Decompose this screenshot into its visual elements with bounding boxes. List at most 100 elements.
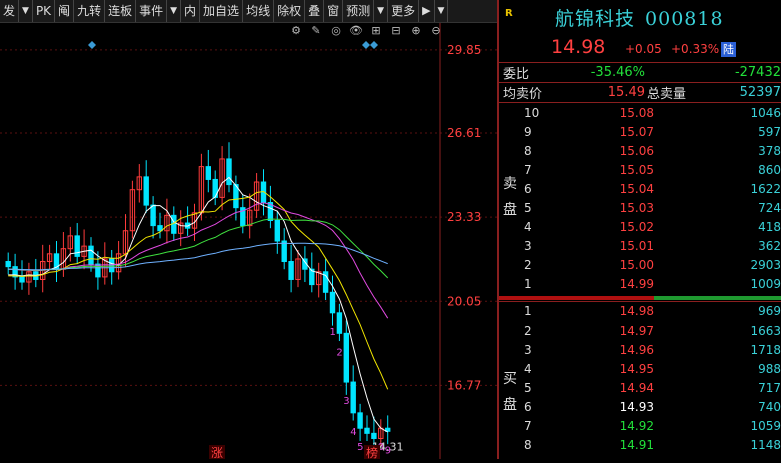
- candle-body: [371, 432, 377, 439]
- level-number: 7: [524, 419, 532, 434]
- chevron-down-icon[interactable]: ▼: [374, 0, 389, 22]
- buy-level-row[interactable]: 8 14.91 1148: [499, 436, 781, 455]
- toolbar-item-2[interactable]: 阄: [55, 0, 75, 22]
- level-price: 15.08: [619, 105, 654, 120]
- kline-chart[interactable]: 29.8526.6123.3320.0516.7712345678914.31涨…: [0, 23, 497, 463]
- buy-level-row[interactable]: 4 14.95 988: [499, 359, 781, 378]
- sell-level-row[interactable]: 5 15.03 724: [499, 198, 781, 217]
- sell-level-row[interactable]: 3 15.01 362: [499, 237, 781, 256]
- sell-book: 卖 盘 10 15.08 1046 9 15.07 597 8 15.06 378 7 15.05 8…: [499, 103, 781, 294]
- level-volume: 378: [758, 143, 781, 158]
- sell-level-row[interactable]: 8 15.06 378: [499, 141, 781, 160]
- candle-body: [95, 263, 101, 278]
- level-volume: 2903: [750, 258, 781, 273]
- chevron-down-icon[interactable]: ▼: [167, 0, 182, 22]
- level-price: 15.06: [619, 143, 654, 158]
- level-price: 15.02: [619, 220, 654, 235]
- level-price: 14.91: [619, 438, 654, 453]
- sell-level-row[interactable]: 9 15.07 597: [499, 122, 781, 141]
- toolbar-item-0[interactable]: 发: [0, 0, 20, 22]
- toolbar-item-11[interactable]: 窗: [324, 0, 344, 22]
- moving-average-line: [8, 190, 389, 390]
- nine-turn-marker: 3: [343, 396, 349, 407]
- total-vol: 52397: [739, 85, 781, 100]
- level-price: 15.07: [619, 124, 654, 139]
- nine-turn-marker: 5: [357, 442, 363, 453]
- level-price: 14.95: [619, 361, 654, 376]
- buy-level-row[interactable]: 3 14.96 1718: [499, 340, 781, 359]
- chevron-down-icon[interactable]: ▼: [435, 0, 449, 22]
- toolbar-item-1[interactable]: PK: [33, 0, 56, 22]
- sell-level-row[interactable]: 6 15.04 1622: [499, 179, 781, 198]
- chevron-down-icon[interactable]: ▼: [19, 0, 33, 22]
- candle-body: [226, 158, 232, 186]
- buy-book: 买 盘 1 14.98 969 2 14.97 1663 3 14.96 1718 4 14.95 9…: [499, 302, 781, 455]
- toolbar-item-12[interactable]: 预测: [343, 0, 375, 22]
- toolbar-item-13[interactable]: 更多: [388, 0, 420, 22]
- event-marker-icon: [88, 41, 96, 49]
- total-label: 总卖量: [647, 87, 687, 102]
- stock-name[interactable]: 航锦科技 000818: [555, 4, 724, 31]
- level-price: 15.03: [619, 201, 654, 216]
- sell-level-row[interactable]: 2 15.00 2903: [499, 256, 781, 275]
- candle-body: [336, 312, 343, 334]
- candle-body: [88, 245, 94, 265]
- toolbar-item-5[interactable]: 事件: [136, 0, 168, 22]
- level-volume: 1622: [750, 181, 781, 196]
- r-mark: R: [505, 8, 513, 19]
- toolbar-item-6[interactable]: 内: [181, 0, 201, 22]
- level-volume: 717: [758, 380, 781, 395]
- toolbar-item-10[interactable]: 叠: [305, 0, 325, 22]
- ratio-pct: -35.46%: [590, 65, 645, 80]
- candle-body: [288, 261, 294, 280]
- expand-icon[interactable]: ▶: [419, 0, 435, 22]
- level-volume: 1046: [750, 105, 781, 120]
- sell-label-1: 卖: [503, 176, 517, 192]
- sell-level-row[interactable]: 4 15.02 418: [499, 218, 781, 237]
- nine-turn-marker: 1: [330, 327, 336, 338]
- toolbar-item-8[interactable]: 均线: [243, 0, 275, 22]
- level-number: 2: [524, 258, 532, 273]
- candle-body: [19, 276, 25, 283]
- level-price: 15.04: [619, 181, 654, 196]
- level-volume: 740: [758, 399, 781, 414]
- nine-turn-marker: 4: [350, 427, 356, 438]
- sell-level-row[interactable]: 1 14.99 1009: [499, 275, 781, 294]
- toolbar-item-4[interactable]: 连板: [105, 0, 137, 22]
- buy-level-row[interactable]: 7 14.92 1059: [499, 417, 781, 436]
- kline-svg[interactable]: 29.8526.6123.3320.0516.7712345678914.31涨…: [0, 23, 497, 463]
- sell-level-row[interactable]: 10 15.08 1046: [499, 103, 781, 122]
- toolbar-item-3[interactable]: 九转: [74, 0, 106, 22]
- book-divider: [499, 294, 781, 302]
- buy-level-row[interactable]: 2 14.97 1663: [499, 321, 781, 340]
- level-number: 3: [524, 342, 532, 357]
- toolbar-item-9[interactable]: 除权: [274, 0, 306, 22]
- level-volume: 1009: [750, 277, 781, 292]
- quote-header: R 航锦科技 000818 14.98 +0.05 +0.33% 陆: [499, 0, 781, 63]
- level-volume: 1663: [750, 323, 781, 338]
- level-price: 14.97: [619, 323, 654, 338]
- sell-strength-bar: [499, 295, 654, 300]
- price-change-pct: +0.33%: [671, 42, 720, 56]
- level-number: 8: [524, 143, 532, 158]
- toolbar-item-7[interactable]: 加自选: [200, 0, 244, 22]
- buy-label-1: 买: [503, 370, 517, 387]
- y-tick-label: 23.33: [447, 210, 481, 224]
- level-volume: 1059: [750, 419, 781, 434]
- avg-label: 均卖价: [503, 87, 543, 102]
- buy-label-2: 盘: [503, 396, 517, 413]
- stock-code: 000818: [645, 8, 724, 30]
- quote-panel: R 航锦科技 000818 14.98 +0.05 +0.33% 陆 委比 -35…: [497, 0, 781, 459]
- buy-level-row[interactable]: 1 14.98 969: [499, 302, 781, 321]
- buy-level-row[interactable]: 5 14.94 717: [499, 378, 781, 397]
- bottom-tag: 涨: [211, 445, 223, 459]
- buy-level-row[interactable]: 6 14.93 740: [499, 397, 781, 416]
- level-price: 15.05: [619, 162, 654, 177]
- candle-body: [150, 204, 156, 227]
- avg-sell-row: 均卖价 15.49 总卖量 52397: [499, 83, 781, 103]
- level-volume: 988: [758, 361, 781, 376]
- candle-body: [364, 427, 370, 434]
- y-tick-label: 20.05: [447, 294, 481, 308]
- connect-badge[interactable]: 陆: [721, 42, 736, 57]
- sell-level-row[interactable]: 7 15.05 860: [499, 160, 781, 179]
